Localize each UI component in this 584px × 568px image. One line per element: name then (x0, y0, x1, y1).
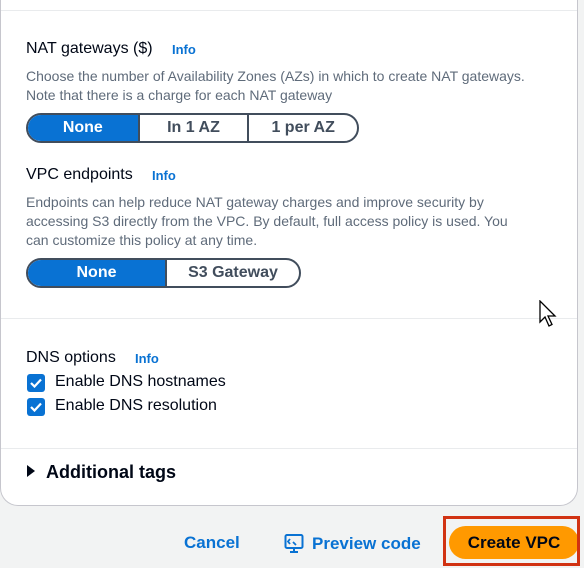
nat-gateways-description: Choose the number of Availability Zones … (26, 68, 525, 103)
checkmark-icon (30, 402, 42, 412)
highlight-box (443, 516, 580, 566)
preview-code-label: Preview code (312, 534, 421, 553)
enable-dns-resolution-label: Enable DNS resolution (55, 397, 217, 414)
enable-dns-resolution-checkbox[interactable] (27, 398, 45, 416)
nat-gateways-label: NAT gateways ($) (26, 40, 153, 57)
divider (1, 318, 577, 319)
nat-option-1-per-az[interactable]: 1 per AZ (247, 115, 357, 141)
nat-option-in-1-az[interactable]: In 1 AZ (137, 115, 248, 141)
divider (1, 10, 577, 11)
checkmark-icon (30, 378, 42, 388)
preview-code-icon (284, 534, 304, 553)
caret-right-icon (27, 465, 35, 477)
vpc-endpoints-info-link[interactable]: Info (152, 168, 176, 183)
preview-code-button[interactable]: Preview code (284, 533, 421, 554)
nat-gateways-info-link[interactable]: Info (172, 42, 196, 57)
additional-tags-label: Additional tags (46, 462, 176, 482)
vpc-settings-panel: NAT gateways ($) Info Choose the number … (0, 0, 578, 506)
endpoints-option-none[interactable]: None (28, 260, 165, 286)
mouse-cursor-icon (539, 300, 557, 327)
vpc-endpoints-segmented-control: None S3 Gateway (26, 258, 301, 288)
dns-options-info-link[interactable]: Info (135, 351, 159, 366)
additional-tags-expander[interactable]: Additional tags (26, 462, 176, 483)
vpc-endpoints-label: VPC endpoints (26, 166, 133, 183)
cancel-button[interactable]: Cancel (184, 533, 240, 553)
enable-dns-hostnames-label: Enable DNS hostnames (55, 373, 226, 390)
nat-gateways-segmented-control: None In 1 AZ 1 per AZ (26, 113, 359, 143)
vpc-endpoints-description: Endpoints can help reduce NAT gateway ch… (26, 194, 508, 248)
nat-option-none[interactable]: None (28, 115, 138, 141)
divider (1, 448, 577, 449)
dns-options-label: DNS options (26, 349, 116, 366)
enable-dns-hostnames-checkbox[interactable] (27, 374, 45, 392)
endpoints-option-s3-gateway[interactable]: S3 Gateway (164, 260, 299, 286)
